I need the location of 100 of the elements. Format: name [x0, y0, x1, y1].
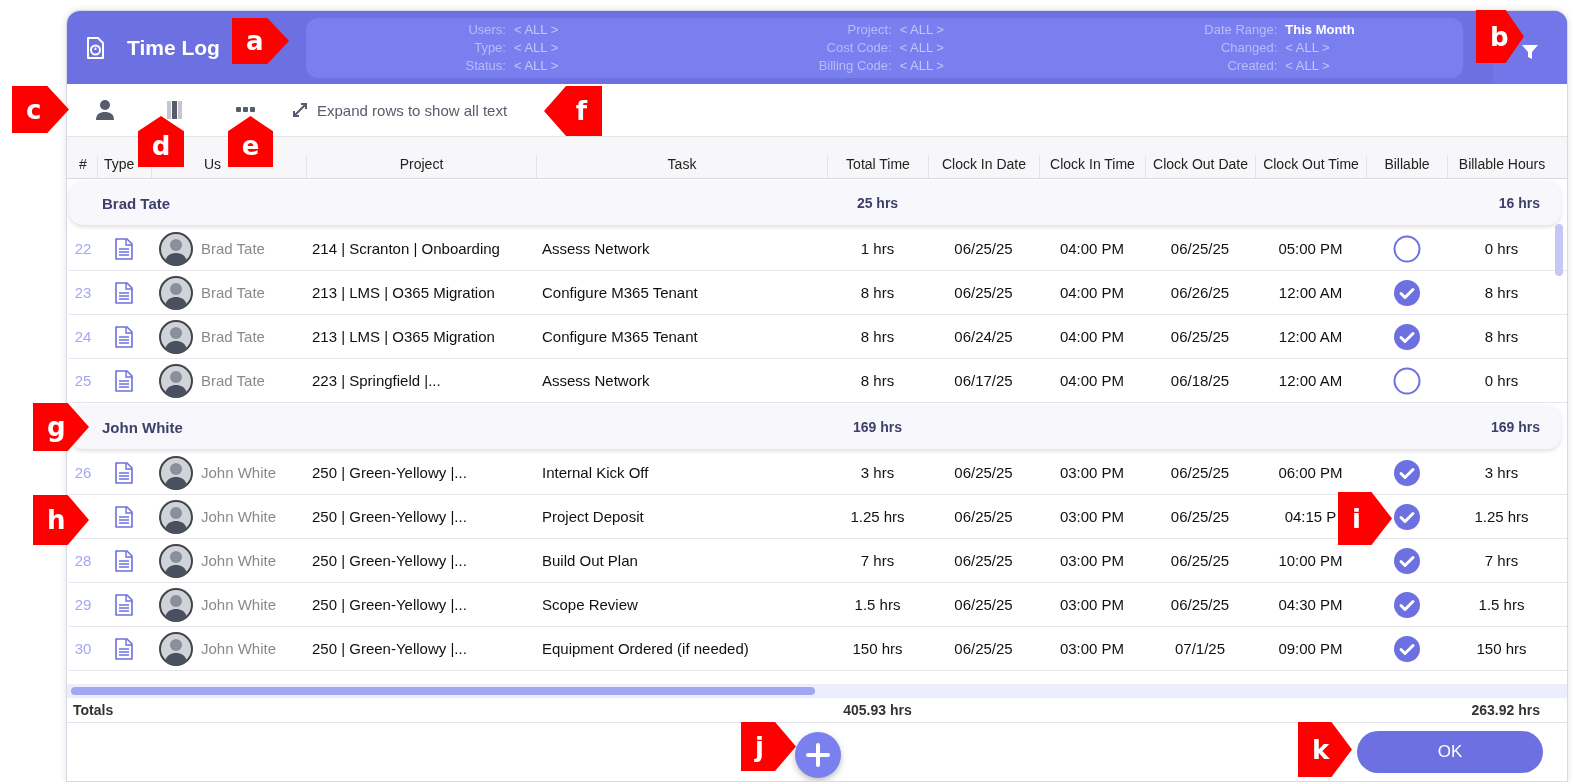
filter-value: < ALL >	[899, 38, 944, 57]
table-cell: 06/25/25	[954, 284, 1013, 301]
add-button[interactable]	[795, 732, 841, 778]
table-cell: 04:15 P	[1284, 508, 1337, 525]
billable-checkbox[interactable]	[1392, 546, 1421, 575]
table-cell: 1.5 hrs	[854, 596, 901, 613]
user-name: Brad Tate	[201, 328, 265, 345]
user-name: John White	[201, 596, 277, 613]
vertical-scrollbar[interactable]	[1555, 224, 1563, 276]
billable-hours-cell: 7 hrs	[1484, 552, 1519, 569]
avatar	[159, 543, 193, 578]
row-number: 28	[74, 552, 92, 569]
table-cell: 06/25/25	[1170, 552, 1230, 569]
filter-label: Billing Code:	[817, 56, 892, 75]
table-cell: 8 hrs	[860, 284, 895, 301]
billable-hours-cell: 3 hrs	[1484, 464, 1519, 481]
group-header-row[interactable]: Brad Tate 25 hrs 16 hrs	[69, 181, 1561, 225]
column-header[interactable]: Type	[104, 156, 135, 172]
group-name: Brad Tate	[101, 194, 172, 212]
column-header[interactable]: Billable Hours	[1458, 156, 1546, 172]
filter-label: Changed:	[1219, 38, 1278, 57]
user-name: John White	[201, 552, 277, 569]
filter-value: < ALL >	[513, 56, 559, 75]
user-name: John White	[201, 508, 277, 525]
table-cell: 04:00 PM	[1059, 372, 1125, 389]
billable-checkbox[interactable]	[1392, 590, 1421, 619]
table-cell: 150 hrs	[852, 640, 903, 657]
table-cell: 10:00 PM	[1278, 552, 1343, 569]
project-cell: 213 | LMS | O365 Migration	[312, 328, 495, 345]
table-cell: 12:00 AM	[1278, 284, 1343, 301]
filter-label: Date Range:	[1203, 20, 1278, 39]
filter-label: Created:	[1226, 56, 1278, 75]
document-icon[interactable]	[114, 505, 134, 528]
document-icon[interactable]	[114, 637, 134, 660]
table-cell: 8 hrs	[860, 372, 895, 389]
column-header[interactable]: Clock In Date	[941, 156, 1026, 172]
table-cell: 03:00 PM	[1059, 596, 1125, 613]
row-number: 26	[74, 464, 92, 481]
document-icon[interactable]	[114, 237, 134, 260]
table-cell: 12:00 AM	[1278, 372, 1343, 389]
billable-checkbox[interactable]	[1392, 366, 1421, 395]
billable-hours-cell: 0 hrs	[1484, 372, 1519, 389]
table-cell: 06/25/25	[1170, 328, 1230, 345]
billable-checkbox[interactable]	[1392, 278, 1421, 307]
row-number: 22	[74, 240, 92, 257]
column-header[interactable]: Clock In Time	[1050, 156, 1135, 172]
column-header[interactable]: Us	[204, 156, 222, 172]
plus-icon	[805, 742, 831, 768]
document-icon[interactable]	[114, 369, 134, 392]
column-header[interactable]: Task	[667, 156, 697, 172]
table-cell: 04:30 PM	[1278, 596, 1343, 613]
billable-checkbox[interactable]	[1392, 502, 1421, 531]
table-cell: 06/25/25	[954, 240, 1013, 257]
document-icon[interactable]	[114, 593, 134, 616]
expand-rows-link[interactable]: Expand rows to show all text	[291, 101, 508, 119]
billable-checkbox[interactable]	[1392, 234, 1421, 263]
table-cell: 03:00 PM	[1059, 508, 1125, 525]
task-cell: Assess Network	[542, 372, 650, 389]
window-title: Time Log	[127, 35, 220, 60]
avatar	[159, 275, 193, 310]
filter-icon	[1520, 42, 1540, 62]
document-icon[interactable]	[114, 549, 134, 572]
billable-checkbox[interactable]	[1392, 634, 1421, 663]
table-cell: 06/25/25	[954, 596, 1013, 613]
column-header[interactable]: Total Time	[846, 156, 910, 172]
column-header[interactable]: Clock Out Time	[1263, 156, 1359, 172]
table-cell: 05:00 PM	[1278, 240, 1343, 257]
task-cell: Internal Kick Off	[542, 464, 649, 481]
table-cell: 06/26/25	[1170, 284, 1230, 301]
table-cell: 1.25 hrs	[850, 508, 905, 525]
row-number: 24	[74, 328, 92, 345]
column-header[interactable]: #	[79, 156, 87, 172]
filter-value: < ALL >	[1285, 38, 1331, 57]
task-cell: Project Deposit	[542, 508, 644, 525]
billable-hours-cell: 1.25 hrs	[1474, 508, 1529, 525]
avatar	[159, 587, 193, 622]
table-cell: 06/25/25	[954, 552, 1013, 569]
billable-checkbox[interactable]	[1392, 322, 1421, 351]
table-cell: 12:00 AM	[1278, 328, 1343, 345]
table-cell: 8 hrs	[860, 328, 895, 345]
ok-button[interactable]: OK	[1357, 731, 1543, 773]
filter-value: < ALL >	[1285, 56, 1331, 75]
table-cell: 09:00 PM	[1278, 640, 1343, 657]
table-cell: 06/18/25	[1170, 372, 1230, 389]
user-name: Brad Tate	[201, 240, 265, 257]
document-icon[interactable]	[114, 281, 134, 304]
project-cell: 223 | Springfield |...	[312, 372, 441, 389]
billable-checkbox[interactable]	[1392, 458, 1421, 487]
row-number: 30	[74, 640, 92, 657]
table-cell: 04:00 PM	[1059, 328, 1125, 345]
document-icon[interactable]	[114, 325, 134, 348]
totals-total-time: 405.93 hrs	[842, 702, 913, 718]
column-header[interactable]: Clock Out Date	[1153, 156, 1248, 172]
column-header[interactable]: Billable	[1384, 156, 1430, 172]
column-header[interactable]: Project	[399, 156, 444, 172]
horizontal-scrollbar[interactable]	[71, 687, 815, 695]
document-icon[interactable]	[114, 461, 134, 484]
table-cell: 07/1/25	[1174, 640, 1225, 657]
billable-hours-cell: 8 hrs	[1484, 328, 1519, 345]
table-cell: 06/25/25	[954, 464, 1013, 481]
